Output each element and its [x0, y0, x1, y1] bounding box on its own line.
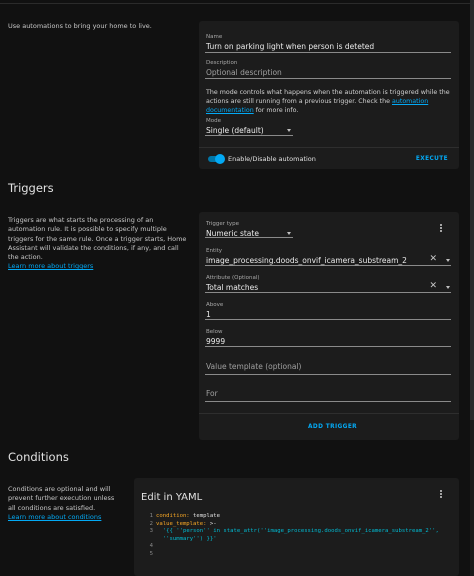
chevron-down-icon [287, 129, 291, 132]
code-line-3: 3 '{{ ''person'' in state_attr(''image_p… [149, 528, 439, 535]
value-template-field[interactable]: Value template (optional) [205, 358, 451, 375]
name-field[interactable]: Name Turn on parking light when person i… [205, 33, 451, 53]
trigger-card-divider [199, 413, 459, 414]
mode-select[interactable]: Mode Single (default) [205, 117, 293, 136]
intro-text: Use automations to bring your home to li… [8, 22, 152, 30]
code-line-3-cont: ''summary'') }}' [162, 535, 217, 542]
enable-automation-toggle-knob[interactable] [215, 154, 225, 164]
conditions-description: Conditions are optional and will prevent… [8, 485, 123, 522]
entity-field[interactable]: Entity image_processing.doods_onvif_icam… [205, 247, 451, 266]
code-line-4: 4 [149, 543, 153, 550]
code-line-1: 1 condition: template [149, 513, 220, 519]
attribute-field[interactable]: Attribute (Optional) Total matches ✕ [205, 274, 451, 293]
toggle-label: Enable/Disable automation [228, 155, 316, 163]
execute-button[interactable]: EXECUTE [416, 156, 448, 162]
kebab-menu-icon[interactable] [440, 490, 443, 499]
below-label: Below [206, 329, 223, 335]
above-value: 1 [206, 310, 211, 319]
yaml-card-title: Edit in YAML [141, 492, 203, 503]
description-field[interactable]: Description Optional description [205, 59, 451, 79]
chevron-down-icon[interactable] [446, 259, 450, 262]
yaml-code-editor[interactable]: 1 condition: template 2 value_template: >-… [144, 513, 439, 559]
entity-value: image_processing.doods_onvif_icamera_sub… [206, 256, 407, 265]
mode-value: Single (default) [206, 126, 264, 135]
chevron-down-icon [287, 232, 291, 235]
chevron-down-icon[interactable] [446, 286, 450, 289]
card-divider [199, 147, 459, 148]
code-line-2: 2 value_template: >- [149, 520, 217, 527]
code-line-5: 5 [149, 550, 153, 557]
for-field[interactable]: For [205, 385, 451, 402]
trigger-type-label: Trigger type [206, 221, 240, 227]
page-scrollbar-thumb[interactable] [470, 0, 474, 420]
above-label: Above [206, 302, 224, 308]
close-icon[interactable]: ✕ [429, 282, 437, 291]
header-divider [0, 3, 474, 4]
kebab-menu-icon[interactable] [440, 224, 443, 233]
trigger-type-select[interactable]: Trigger type Numeric state [205, 220, 293, 238]
triggers-description: Triggers are what starts the processing … [8, 216, 188, 272]
mode-info-suffix: for more info. [255, 107, 299, 114]
mode-label: Mode [206, 118, 221, 124]
entity-label: Entity [206, 248, 223, 254]
conditions-description-text: Conditions are optional and will prevent… [8, 485, 115, 512]
attribute-value: Total matches [206, 283, 259, 292]
name-value: Turn on parking light when person is det… [206, 42, 375, 51]
attribute-label: Attribute (Optional) [206, 275, 260, 281]
learn-more-conditions-link[interactable]: Learn more about conditions [8, 513, 101, 521]
below-value: 9999 [206, 337, 226, 346]
conditions-title: Conditions [8, 450, 69, 464]
learn-more-triggers-link[interactable]: Learn more about triggers [8, 262, 93, 270]
value-template-placeholder: Value template (optional) [206, 362, 302, 371]
triggers-title: Triggers [8, 181, 54, 195]
description-placeholder: Optional description [206, 68, 282, 77]
add-trigger-button[interactable]: ADD TRIGGER [308, 424, 357, 430]
above-field[interactable]: Above 1 [205, 301, 451, 320]
below-field[interactable]: Below 9999 [205, 328, 451, 347]
description-label: Description [206, 60, 238, 66]
trigger-type-value: Numeric state [206, 229, 259, 238]
trigger-card: Trigger type Numeric state Entity image_… [199, 212, 459, 440]
for-placeholder: For [206, 389, 218, 398]
triggers-description-text: Triggers are what starts the processing … [8, 216, 187, 262]
name-label: Name [206, 34, 223, 40]
close-icon[interactable]: ✕ [429, 255, 437, 264]
automation-details-card: Name Turn on parking light when person i… [199, 21, 459, 169]
mode-info-text: The mode controls what happens when the … [206, 88, 450, 115]
